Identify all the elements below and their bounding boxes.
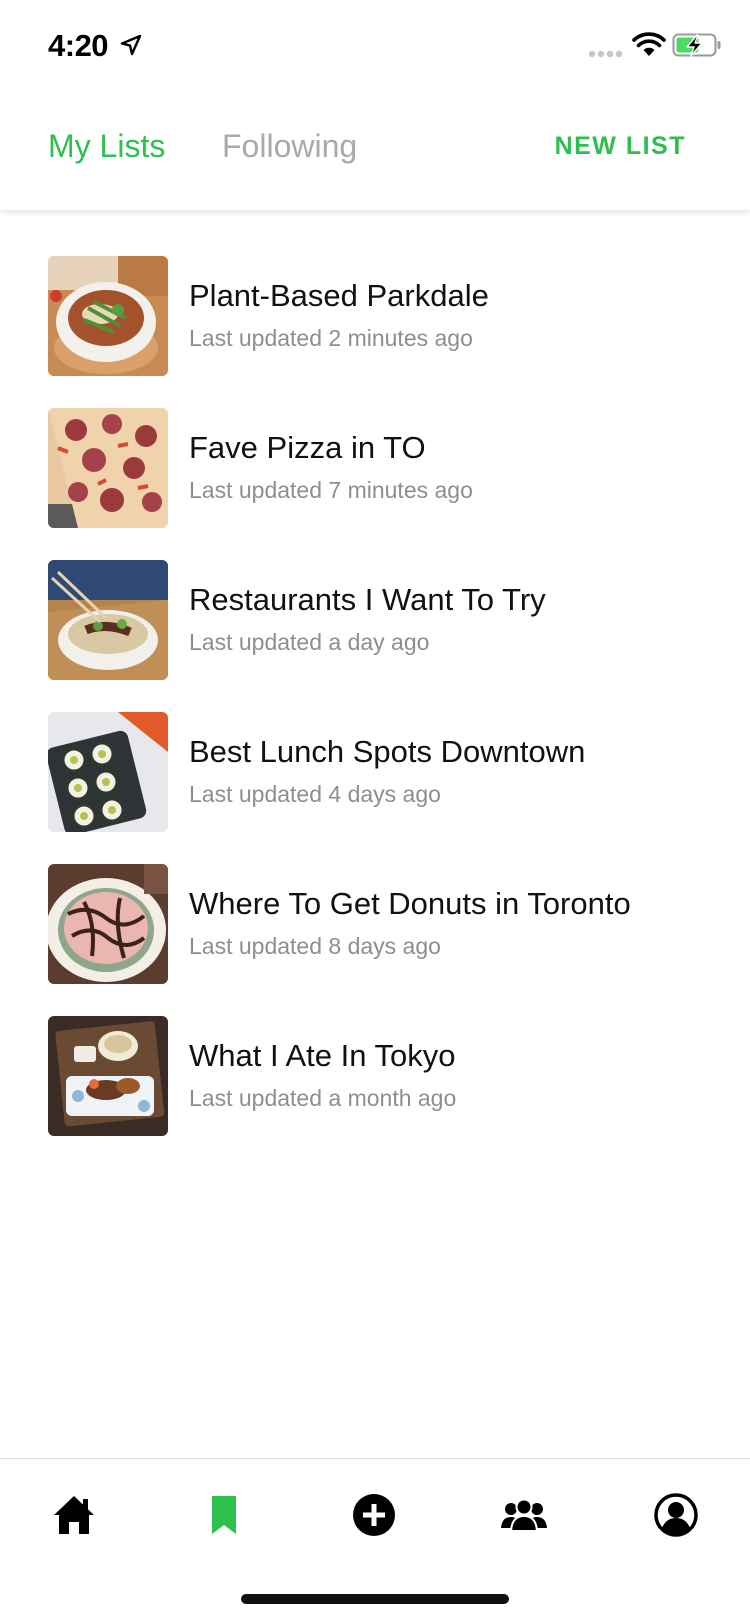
lists: Plant-Based Parkdale Last updated 2 minu… — [0, 256, 750, 1168]
list-thumbnail — [48, 1016, 168, 1136]
list-updated: Last updated 7 minutes ago — [189, 477, 473, 503]
tab-my-lists[interactable]: My Lists — [48, 128, 165, 165]
list-title: Where To Get Donuts in Toronto — [189, 886, 631, 921]
list-updated: Last updated 8 days ago — [189, 933, 441, 959]
add-circle-icon — [353, 1494, 395, 1536]
status-time: 4:20 — [48, 28, 109, 63]
list-title: Plant-Based Parkdale — [189, 278, 489, 313]
list-thumbnail — [48, 408, 168, 528]
nav-home[interactable] — [44, 1485, 104, 1545]
list-thumbnail — [48, 560, 168, 680]
list-item[interactable]: What I Ate In Tokyo Last updated a month… — [0, 1016, 750, 1168]
battery-charging-icon — [672, 33, 721, 57]
list-item[interactable]: Where To Get Donuts in Toronto Last upda… — [0, 864, 750, 1016]
home-indicator[interactable] — [241, 1594, 509, 1604]
list-item[interactable]: Best Lunch Spots Downtown Last updated 4… — [0, 712, 750, 864]
nav-add[interactable] — [344, 1485, 404, 1545]
profile-icon — [654, 1493, 698, 1537]
status-bar: 4:20 — [0, 0, 750, 88]
list-title: What I Ate In Tokyo — [189, 1038, 456, 1073]
list-updated: Last updated a month ago — [189, 1085, 457, 1111]
home-icon — [54, 1496, 94, 1534]
people-icon — [501, 1498, 547, 1532]
wifi-icon — [632, 32, 666, 56]
list-item[interactable]: Fave Pizza in TO Last updated 7 minutes … — [0, 408, 750, 560]
new-list-button[interactable]: NEW LIST — [555, 132, 686, 161]
list-updated: Last updated 2 minutes ago — [189, 325, 473, 351]
list-updated: Last updated a day ago — [189, 629, 430, 655]
location-arrow-icon — [120, 34, 142, 56]
list-updated: Last updated 4 days ago — [189, 781, 441, 807]
nav-profile[interactable] — [646, 1485, 706, 1545]
nav-bookmarks[interactable] — [194, 1485, 254, 1545]
list-thumbnail — [48, 256, 168, 376]
nav-friends[interactable] — [494, 1485, 554, 1545]
list-thumbnail — [48, 712, 168, 832]
tab-following[interactable]: Following — [222, 128, 357, 165]
list-title: Fave Pizza in TO — [189, 430, 426, 465]
list-thumbnail — [48, 864, 168, 984]
list-title: Restaurants I Want To Try — [189, 582, 546, 617]
screen: 4:20 My Lists Following NEW LIST Plant-B… — [0, 0, 750, 1624]
list-item[interactable]: Plant-Based Parkdale Last updated 2 minu… — [0, 256, 750, 408]
lists-header: My Lists Following NEW LIST — [0, 88, 750, 210]
list-item[interactable]: Restaurants I Want To Try Last updated a… — [0, 560, 750, 712]
bookmark-icon — [212, 1496, 236, 1534]
list-title: Best Lunch Spots Downtown — [189, 734, 586, 769]
signal-icon — [588, 50, 623, 58]
